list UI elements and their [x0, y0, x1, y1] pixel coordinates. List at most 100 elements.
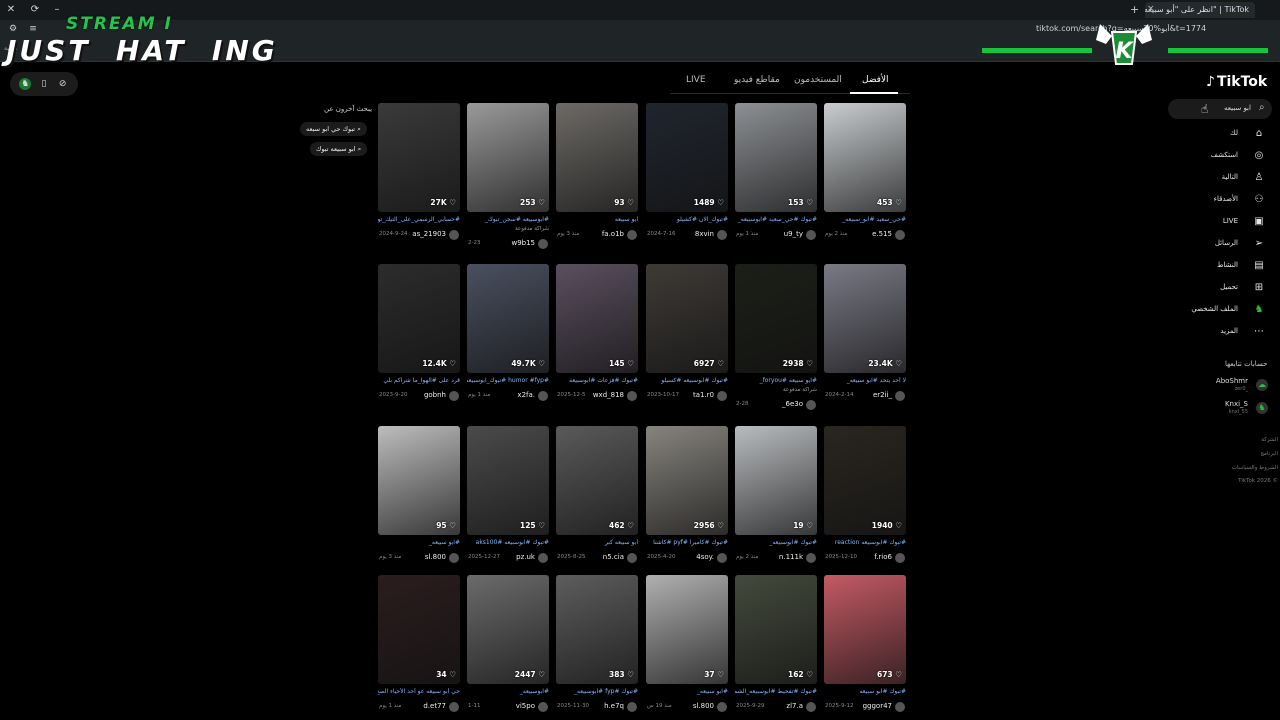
footer-link[interactable]: الشركة [1230, 437, 1278, 443]
video-thumbnail[interactable]: 93 ♡ [556, 103, 638, 212]
tab-top[interactable]: الأفضل [862, 75, 889, 85]
video-username[interactable]: _6e3o [782, 400, 803, 408]
avatar[interactable] [895, 391, 905, 401]
related-search-chip[interactable]: ابو سبيعه تبوك ⌕ [310, 142, 368, 156]
avatar[interactable] [627, 553, 637, 563]
sidebar-item-compass[interactable]: استكشف ◎ [1190, 148, 1270, 166]
footer-link[interactable]: البرنامج [1230, 451, 1278, 457]
video-username[interactable]: zl7.a [786, 702, 803, 710]
video-thumbnail[interactable]: 2956 ♡ [646, 426, 728, 535]
video-thumbnail[interactable]: 162 ♡ [735, 575, 817, 684]
video-caption[interactable]: #ابوسبيعه_ [467, 688, 549, 698]
sidebar-item-activity[interactable]: النشاط ▤ [1190, 258, 1270, 276]
sidebar-item-friends[interactable]: الأصدقاء ⚇ [1190, 192, 1270, 210]
video-thumbnail[interactable]: 23.4K ♡ [824, 264, 906, 373]
tab-close-icon[interactable]: × [1147, 4, 1155, 14]
close-window-icon[interactable]: ✕ [4, 4, 18, 16]
video-thumbnail[interactable]: 2447 ♡ [467, 575, 549, 684]
video-username[interactable]: wxd_818 [593, 391, 624, 399]
related-search-chip[interactable]: تبوك حي ابو سبعه ⌕ [300, 122, 367, 136]
video-caption[interactable]: أبو سبيعه كبر [556, 539, 638, 549]
video-thumbnail[interactable]: 2938 ♡ [735, 264, 817, 373]
video-thumbnail[interactable]: 153 ♡ [735, 103, 817, 212]
sidebar-item-upload[interactable]: تحميل ⊞ [1190, 280, 1270, 298]
video-caption[interactable]: #ابوسبيعه #سجن_تبوك_ [467, 216, 549, 226]
tiktok-logo[interactable]: ♪ TikTok [1206, 74, 1267, 90]
video-caption[interactable]: #تبوك #ابو سبيعه [824, 688, 906, 698]
avatar[interactable] [717, 553, 727, 563]
browser-tab[interactable]: TikTok | "انظر على "أبو سبيعه [1145, 2, 1255, 18]
avatar[interactable] [806, 230, 816, 240]
sidebar-item-live[interactable]: LIVE ▣ [1190, 214, 1270, 232]
avatar[interactable] [717, 230, 727, 240]
avatar[interactable] [806, 400, 816, 410]
video-caption[interactable]: #تبوك #ابوسبيعه_ [735, 539, 817, 549]
search-input[interactable] [1168, 99, 1272, 119]
video-username[interactable]: fa.o1b [602, 230, 624, 238]
video-thumbnail[interactable]: 125 ♡ [467, 426, 549, 535]
video-username[interactable]: n5.cia [603, 553, 624, 561]
phone-icon[interactable]: ▯ [38, 78, 50, 90]
avatar[interactable] [627, 391, 637, 401]
video-caption[interactable]: #تبوك #ابوسبيعه #كسيلو [646, 377, 728, 387]
tab-live[interactable]: LIVE [686, 75, 706, 85]
video-thumbnail[interactable]: 1489 ♡ [646, 103, 728, 212]
avatar[interactable] [717, 391, 727, 401]
video-username[interactable]: e.515 [872, 230, 892, 238]
video-username[interactable]: vi5po [516, 702, 535, 710]
video-thumbnail[interactable]: 37 ♡ [646, 575, 728, 684]
video-thumbnail[interactable]: 27K ♡ [378, 103, 460, 212]
video-thumbnail[interactable]: 383 ♡ [556, 575, 638, 684]
following-account[interactable]: Knxi_S knxi_55 ♞ [1190, 400, 1274, 422]
video-thumbnail[interactable]: 462 ♡ [556, 426, 638, 535]
video-caption[interactable]: #ابو سبيعه_ [646, 688, 728, 698]
video-caption[interactable]: حي أبو سبيعه عو أحد الأحياء الصع [378, 688, 460, 698]
video-caption[interactable]: #ابو سبيعه_ [378, 539, 460, 549]
video-thumbnail[interactable]: 453 ♡ [824, 103, 906, 212]
avatar[interactable] [449, 553, 459, 563]
avatar[interactable] [538, 391, 548, 401]
avatar[interactable] [717, 702, 727, 712]
avatar[interactable] [806, 553, 816, 563]
video-thumbnail[interactable]: 253 ♡ [467, 103, 549, 212]
video-caption[interactable]: #تبوك_الان #كشيلو [646, 216, 728, 226]
video-username[interactable]: 8xvin [695, 230, 714, 238]
avatar[interactable] [806, 702, 816, 712]
video-username[interactable]: d.et77 [423, 702, 446, 710]
video-username[interactable]: as_21903 [412, 230, 446, 238]
video-caption[interactable]: لا أحد يتحد #ابو سبيعه_ [824, 377, 906, 387]
avatar[interactable] [895, 553, 905, 563]
video-username[interactable]: sl.800 [693, 702, 714, 710]
video-username[interactable]: pz.uk [516, 553, 535, 561]
tab-videos[interactable]: مقاطع فيديو [734, 75, 780, 85]
minimize-icon[interactable]: – [50, 4, 64, 16]
avatar[interactable] [538, 702, 548, 712]
video-thumbnail[interactable]: 673 ♡ [824, 575, 906, 684]
reload-icon[interactable]: ⟳ [28, 4, 42, 16]
video-caption[interactable]: #حسابي_الرسمي_على_التيك_توك [378, 216, 460, 226]
video-thumbnail[interactable]: 95 ♡ [378, 426, 460, 535]
video-thumbnail[interactable]: 19 ♡ [735, 426, 817, 535]
video-username[interactable]: gggor47 [863, 702, 892, 710]
video-caption[interactable]: #حي_سعيد #ابو_سبيعه_ [824, 216, 906, 226]
video-caption[interactable]: #تبوك #تفحيط #ابوسبيعه_الشمال_2 [735, 688, 817, 698]
avatar[interactable] [449, 702, 459, 712]
search-icon[interactable]: ⌕ [1259, 102, 1265, 113]
video-caption[interactable]: #تبوك #كاميرا #pyf #كاشتا [646, 539, 728, 549]
video-username[interactable]: u9_ty [784, 230, 803, 238]
avatar[interactable] [538, 553, 548, 563]
video-caption[interactable]: #تبوك #ابوسبيعه reaction [824, 539, 906, 549]
video-username[interactable]: sl.800 [425, 553, 446, 561]
video-thumbnail[interactable]: 6927 ♡ [646, 264, 728, 373]
video-username[interactable]: h.e7q [604, 702, 624, 710]
video-thumbnail[interactable]: 34 ♡ [378, 575, 460, 684]
avatar[interactable] [627, 702, 637, 712]
settings-icon[interactable]: ⊘ [57, 78, 69, 90]
video-caption[interactable]: #تبوك #ابوسبيعه #aks100 [467, 539, 549, 549]
video-username[interactable]: er2ii_ [873, 391, 892, 399]
avatar[interactable] [449, 391, 459, 401]
video-caption[interactable]: #تبوك #fyp #ابوسبيعه_ [556, 688, 638, 698]
sidebar-item-profile[interactable]: الملف الشخصي ♞ [1190, 302, 1270, 320]
video-username[interactable]: 4soy. [696, 553, 714, 561]
avatar[interactable] [627, 230, 637, 240]
